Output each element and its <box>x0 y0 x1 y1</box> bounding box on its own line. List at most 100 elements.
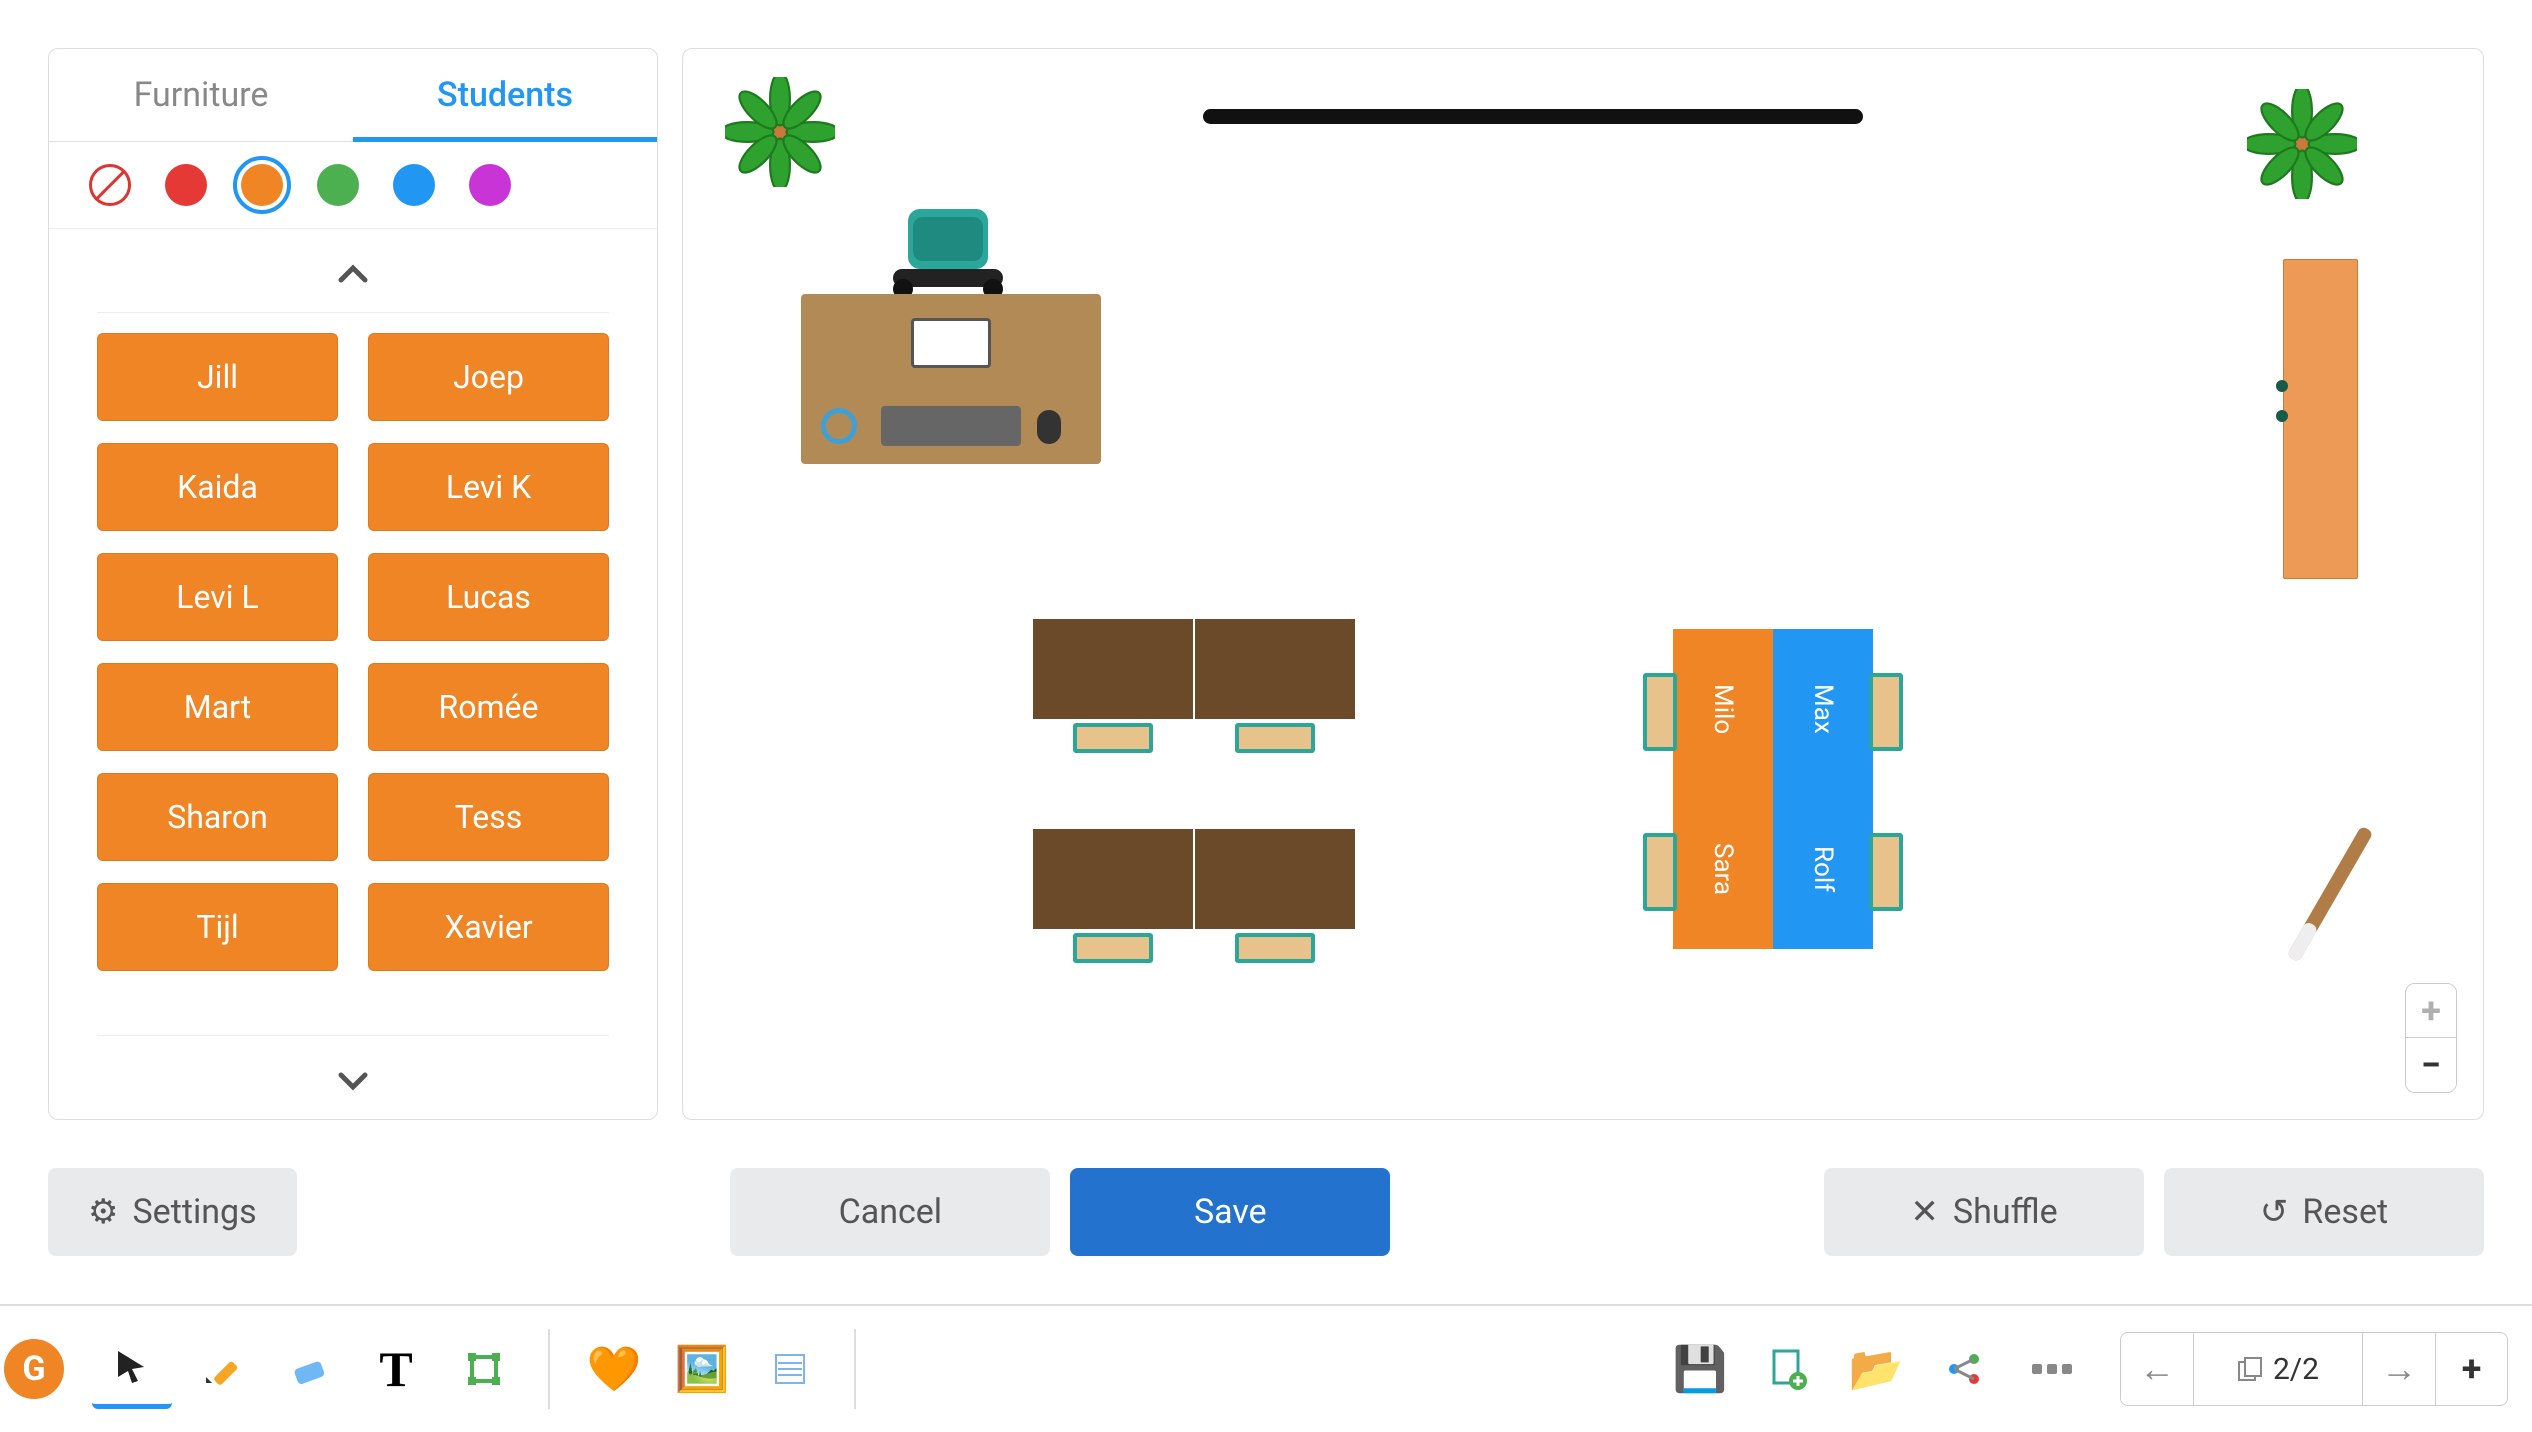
image-icon: 🖼️ <box>675 1343 730 1395</box>
color-none[interactable] <box>89 164 131 206</box>
scroll-up[interactable] <box>49 229 657 312</box>
plant-decoration[interactable] <box>725 77 835 187</box>
color-magenta[interactable] <box>469 164 511 206</box>
student-chip[interactable]: Xavier <box>368 883 609 971</box>
scroll-down[interactable] <box>49 1036 657 1119</box>
tool-save-file[interactable]: 💾 <box>1660 1329 1740 1409</box>
shuffle-label: Shuffle <box>1953 1192 2058 1232</box>
teacher-desk[interactable] <box>801 294 1101 464</box>
tab-students[interactable]: Students <box>353 49 657 142</box>
tool-more[interactable] <box>2012 1329 2092 1409</box>
tool-favorite[interactable]: 🧡 <box>574 1329 654 1409</box>
color-orange[interactable] <box>241 164 283 206</box>
tool-eraser[interactable] <box>268 1329 348 1409</box>
monitor-icon <box>911 318 991 368</box>
student-chip[interactable]: Levi L <box>97 553 338 641</box>
lines-icon <box>770 1349 810 1389</box>
page-navigation: ← 2/2 → + <box>2120 1332 2508 1406</box>
tool-shape[interactable] <box>444 1329 524 1409</box>
seating-canvas[interactable]: Milo Max Sara Rolf + − <box>682 48 2484 1120</box>
desk-pair[interactable] <box>1033 619 1355 719</box>
tool-image[interactable]: 🖼️ <box>662 1329 742 1409</box>
student-chip[interactable]: Jill <box>97 333 338 421</box>
student-chip[interactable]: Romée <box>368 663 609 751</box>
save-label: Save <box>1194 1192 1267 1232</box>
plant-decoration[interactable] <box>2247 89 2357 199</box>
tool-select[interactable] <box>92 1329 172 1409</box>
zoom-in-button[interactable]: + <box>2406 984 2456 1038</box>
color-picker <box>49 142 657 229</box>
heart-icon: 🧡 <box>587 1343 642 1395</box>
floppy-icon: 💾 <box>1673 1343 1728 1395</box>
sidebar-tabs: Furniture Students <box>49 49 657 142</box>
tool-lines[interactable] <box>750 1329 830 1409</box>
student-desk[interactable] <box>1033 619 1193 719</box>
seat-label: Sara <box>1708 843 1738 895</box>
student-chip[interactable]: Lucas <box>368 553 609 641</box>
page-next-button[interactable]: → <box>2363 1333 2435 1405</box>
student-desk[interactable] <box>1195 829 1355 929</box>
settings-button[interactable]: ⚙ Settings <box>48 1168 297 1256</box>
tool-pencil[interactable] <box>180 1329 260 1409</box>
cancel-label: Cancel <box>839 1192 943 1232</box>
shape-icon <box>464 1349 504 1389</box>
gear-icon: ⚙ <box>88 1192 118 1232</box>
tab-furniture[interactable]: Furniture <box>49 49 353 142</box>
student-chip[interactable]: Mart <box>97 663 338 751</box>
teacher-chair[interactable] <box>883 199 1013 299</box>
student-list: Jill Joep Kaida Levi K Levi L Lucas Mart… <box>97 312 609 1036</box>
zoom-controls: + − <box>2405 983 2457 1093</box>
student-desk[interactable] <box>1195 619 1355 719</box>
color-green[interactable] <box>317 164 359 206</box>
desk-quad[interactable]: Milo Max Sara Rolf <box>1673 629 1873 949</box>
magnifier-icon <box>821 408 857 444</box>
action-row: ⚙ Settings Cancel Save ✕ Shuffle ↺ Reset <box>0 1168 2532 1304</box>
plant-icon <box>2247 89 2357 199</box>
app-badge[interactable]: G <box>4 1339 64 1399</box>
desk-pair[interactable] <box>1033 829 1355 929</box>
reset-button[interactable]: ↺ Reset <box>2164 1168 2484 1256</box>
student-chip[interactable]: Kaida <box>97 443 338 531</box>
pointer-stick[interactable] <box>2286 826 2373 963</box>
seat[interactable]: Max <box>1773 629 1873 789</box>
color-red[interactable] <box>165 164 207 206</box>
student-chip[interactable]: Tess <box>368 773 609 861</box>
student-chip[interactable]: Levi K <box>368 443 609 531</box>
zoom-out-button[interactable]: − <box>2406 1038 2456 1092</box>
chair-icon <box>1235 723 1315 753</box>
pencil-icon <box>200 1349 240 1389</box>
tool-share[interactable] <box>1924 1329 2004 1409</box>
tool-add-file[interactable] <box>1748 1329 1828 1409</box>
folder-icon: 📂 <box>1849 1343 1904 1395</box>
chevron-up-icon <box>338 264 368 284</box>
tool-text[interactable]: T <box>356 1329 436 1409</box>
chevron-down-icon <box>338 1071 368 1091</box>
page-label: 2/2 <box>2273 1352 2319 1387</box>
whiteboard[interactable] <box>1203 109 1863 124</box>
student-desk[interactable] <box>1033 829 1193 929</box>
student-chip[interactable]: Sharon <box>97 773 338 861</box>
seat[interactable]: Sara <box>1673 789 1773 949</box>
page-prev-button[interactable]: ← <box>2121 1333 2193 1405</box>
seat[interactable]: Rolf <box>1773 789 1873 949</box>
seat-label: Rolf <box>1808 846 1838 892</box>
shuffle-icon: ✕ <box>1910 1192 1939 1232</box>
tool-open-folder[interactable]: 📂 <box>1836 1329 1916 1409</box>
door[interactable] <box>2283 259 2358 579</box>
page-add-button[interactable]: + <box>2435 1333 2507 1405</box>
reset-icon: ↺ <box>2260 1192 2289 1232</box>
bottom-toolbar: G T 🧡 🖼️ 💾 <box>0 1304 2532 1432</box>
pages-icon <box>2237 1356 2263 1382</box>
settings-label: Settings <box>132 1192 256 1232</box>
chair-icon <box>883 199 1013 299</box>
color-blue[interactable] <box>393 164 435 206</box>
sidebar: Furniture Students Jill Joep Kaida Levi … <box>48 48 658 1120</box>
plant-icon <box>725 77 835 187</box>
seat-label: Milo <box>1708 684 1738 734</box>
shuffle-button[interactable]: ✕ Shuffle <box>1824 1168 2144 1256</box>
student-chip[interactable]: Tijl <box>97 883 338 971</box>
save-button[interactable]: Save <box>1070 1168 1390 1256</box>
seat[interactable]: Milo <box>1673 629 1773 789</box>
student-chip[interactable]: Joep <box>368 333 609 421</box>
cancel-button[interactable]: Cancel <box>730 1168 1050 1256</box>
